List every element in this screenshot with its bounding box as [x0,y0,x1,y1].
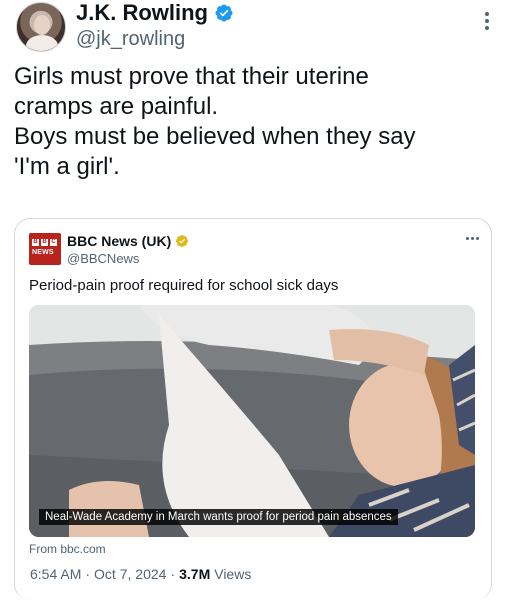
tweet-line: 'I'm a girl'. [14,153,120,180]
verified-badge-icon [215,4,233,22]
verified-gold-badge-icon [176,235,189,247]
quote-text: Period-pain proof required for school si… [29,277,339,294]
tweet-date[interactable]: Oct 7, 2024 [94,566,166,582]
author-handle[interactable]: @jk_rowling [76,28,185,51]
tweet-text: Girls must prove that their uterine cram… [14,62,494,182]
author-avatar[interactable] [16,2,66,52]
meta-separator: · [170,566,176,582]
views-label: Views [214,566,252,582]
quoted-tweet[interactable]: B B C NEWS BBC News (UK) @BBCNews Period… [14,218,492,600]
logo-block: C [50,239,57,246]
tweet-line: cramps are painful. [14,93,219,120]
tweet-line: Boys must be believed when they say [14,123,416,150]
avatar-face [34,15,50,35]
logo-block: B [41,239,48,246]
meta-separator: · [85,566,91,582]
tweet-time[interactable]: 6:54 AM [30,566,81,582]
author-display-name[interactable]: J.K. Rowling [76,0,208,26]
link-source[interactable]: From bbc.com [29,542,106,556]
tweet-line: Girls must prove that their uterine [14,63,369,90]
avatar-body [26,35,58,51]
quote-more-options-icon[interactable] [466,237,479,240]
quote-display-name[interactable]: BBC News (UK) [67,233,171,249]
more-options-icon[interactable] [484,12,490,32]
logo-block: B [32,239,39,246]
author-name-row: J.K. Rowling [76,0,234,26]
media-illustration [29,305,475,537]
quote-handle[interactable]: @BBCNews [67,251,139,266]
tweet-meta: 6:54 AM · Oct 7, 2024 · 3.7M Views [30,566,251,582]
quote-name-row: BBC News (UK) [67,233,189,249]
media-caption: Neal-Wade Academy in March wants proof f… [39,509,398,525]
views-count[interactable]: 3.7M [179,566,210,582]
quote-media-image[interactable]: Neal-Wade Academy in March wants proof f… [29,305,475,537]
logo-news-text: NEWS [32,249,54,256]
tweet-header: J.K. Rowling @jk_rowling [14,0,494,56]
bbc-news-logo[interactable]: B B C NEWS [29,233,61,265]
